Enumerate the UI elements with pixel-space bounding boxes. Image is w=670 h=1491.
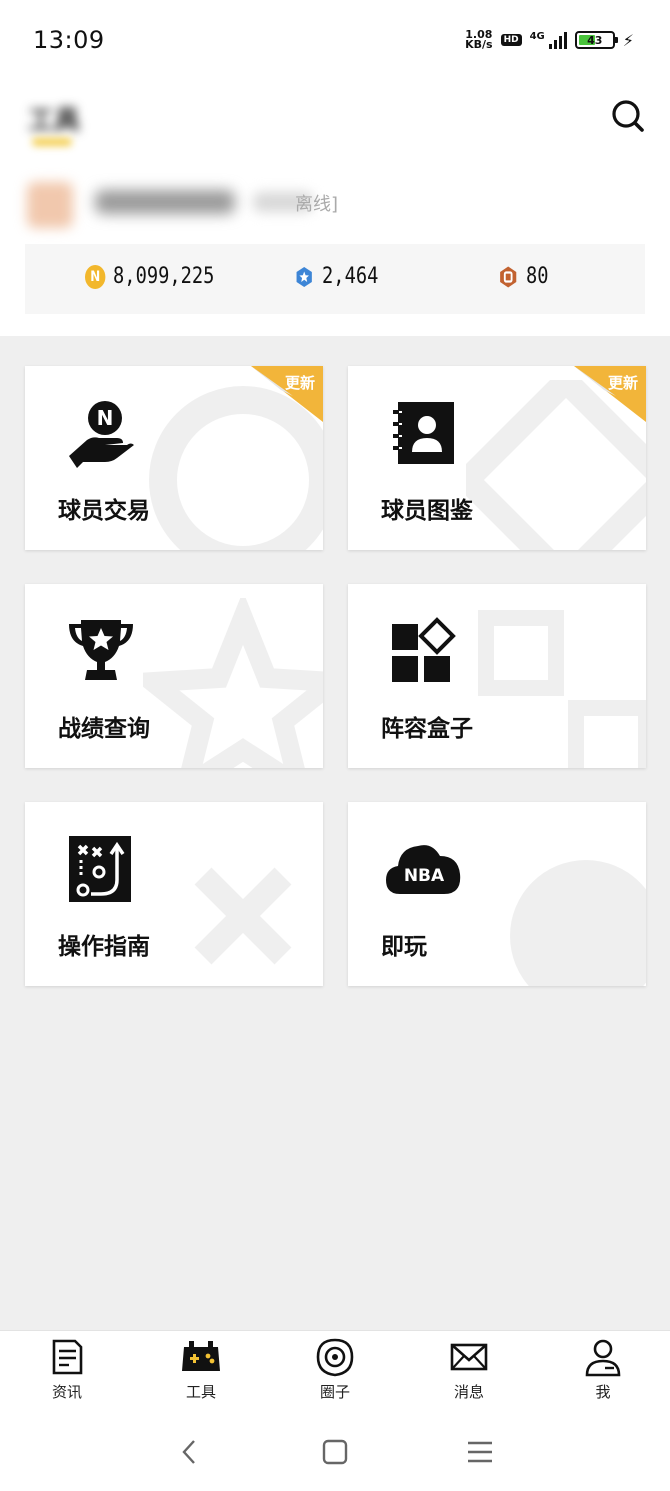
currency-bronze: 80 — [498, 264, 549, 289]
tab-label: 消息 — [453, 1383, 484, 1401]
tool-card-player-trade[interactable]: N 更新 球员交易 — [25, 366, 323, 550]
tab-label: 工具 — [185, 1383, 216, 1401]
nba-text: NBA — [404, 866, 445, 886]
status-bar: 13:09 1.08 KB/s HD 4G 43 ⚡ — [0, 0, 670, 80]
n-coin-icon: N — [85, 264, 106, 289]
bottom-tab-bar: 资讯 工具 圈子 消息 我 — [0, 1330, 670, 1408]
watermark — [194, 867, 292, 965]
tool-label: 战绩查询 — [58, 716, 150, 742]
back-button[interactable] — [168, 1430, 212, 1474]
tool-card-instant-play[interactable]: NBA 即玩 — [348, 802, 646, 986]
tactics-board-icon — [69, 836, 131, 902]
badge-text: 更新 — [607, 374, 638, 392]
currency-value: 80 — [526, 264, 549, 289]
bronze-token-icon — [500, 266, 517, 287]
star-badge-icon — [296, 266, 312, 287]
back-icon — [182, 1440, 195, 1464]
menu-icon — [468, 1441, 492, 1463]
news-icon — [52, 1339, 83, 1375]
bolt-icon: ⚡ — [622, 30, 634, 50]
tab-label: 圈子 — [319, 1383, 350, 1401]
watermark — [478, 610, 646, 768]
tool-card-guide[interactable]: 操作指南 — [25, 802, 323, 986]
page-title: 工具 — [28, 106, 81, 136]
status-time: 13:09 — [33, 26, 105, 54]
gamepad-icon — [182, 1341, 220, 1371]
title-underline — [32, 138, 72, 146]
system-nav-bar — [0, 1408, 670, 1491]
signal-icon: 4G — [530, 31, 567, 49]
tab-circle[interactable]: 圈子 — [295, 1337, 375, 1403]
tool-label: 球员图鉴 — [381, 498, 473, 524]
home-icon — [322, 1439, 348, 1465]
watermark — [143, 598, 323, 768]
avatar[interactable] — [27, 182, 73, 228]
watermark — [510, 860, 646, 986]
tool-label: 即玩 — [381, 934, 427, 960]
update-badge: 更新 — [574, 366, 646, 422]
tab-news[interactable]: 资讯 — [27, 1337, 107, 1403]
currency-value: 8,099,225 — [113, 264, 215, 289]
nba-cloud-icon: NBA — [386, 845, 461, 894]
home-button[interactable] — [313, 1430, 357, 1474]
lineup-box-icon — [392, 617, 456, 682]
currency-value: 2,464 — [322, 264, 379, 289]
net-speed-unit: KB/s — [465, 38, 493, 51]
circle-icon — [316, 1338, 354, 1377]
currency-star: 2,464 — [294, 264, 378, 289]
profile-name-blurred — [95, 190, 235, 214]
tool-card-lineup-box[interactable]: 阵容盒子 — [348, 584, 646, 768]
tab-messages[interactable]: 消息 — [429, 1337, 509, 1403]
tool-card-player-book[interactable]: 更新 球员图鉴 — [348, 366, 646, 550]
badge-text: 更新 — [284, 374, 315, 392]
tab-label: 我 — [595, 1383, 611, 1401]
currency-n-coin: N 8,099,225 — [85, 264, 214, 289]
battery-level: 43 — [587, 33, 603, 47]
hd-icon: HD — [500, 34, 522, 46]
user-profile[interactable]: 离线] — [27, 180, 647, 228]
user-icon — [585, 1339, 621, 1377]
top-panel: 13:09 1.08 KB/s HD 4G 43 ⚡ 工具 离线] N 8,09… — [0, 0, 670, 336]
tab-label: 资讯 — [51, 1383, 82, 1401]
search-icon — [612, 100, 644, 132]
player-book-icon — [393, 402, 454, 464]
status-icons: 1.08 KB/s HD 4G 43 ⚡ — [465, 27, 634, 53]
battery-icon: 43 — [574, 31, 618, 49]
tab-me[interactable]: 我 — [563, 1337, 643, 1403]
currency-bar: N 8,099,225 2,464 80 — [25, 244, 645, 314]
tool-label: 阵容盒子 — [381, 716, 473, 742]
network-type: 4G — [529, 31, 545, 42]
tool-label: 操作指南 — [58, 934, 150, 960]
svg-text:N: N — [97, 406, 114, 430]
search-button[interactable] — [610, 98, 646, 134]
mail-icon — [450, 1343, 488, 1371]
tab-tools[interactable]: 工具 — [161, 1337, 241, 1403]
recents-button[interactable] — [458, 1430, 502, 1474]
online-status: 离线] — [295, 194, 339, 215]
net-speed: 1.08 KB/s — [465, 29, 493, 51]
tool-label: 球员交易 — [58, 498, 150, 524]
tool-card-record-query[interactable]: 战绩查询 — [25, 584, 323, 768]
update-badge: 更新 — [251, 366, 323, 422]
trophy-icon — [69, 620, 133, 680]
hand-coin-icon: N — [69, 401, 134, 468]
